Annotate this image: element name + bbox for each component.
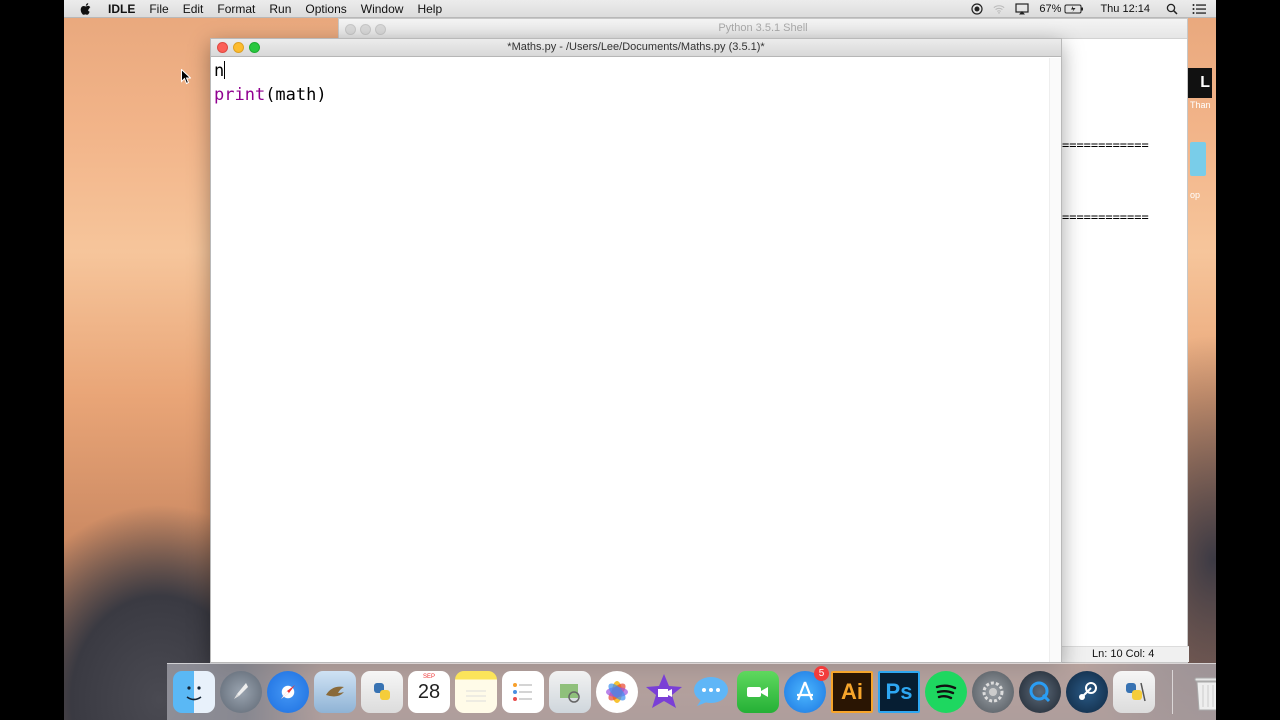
clock[interactable]: Thu 12:14 bbox=[1100, 3, 1150, 15]
steam-icon[interactable] bbox=[1066, 671, 1108, 713]
wifi-icon[interactable] bbox=[993, 3, 1005, 15]
shell-separator: ============ bbox=[1062, 210, 1149, 224]
app-store-icon[interactable]: 5 bbox=[784, 666, 829, 713]
code-keyword: print bbox=[214, 85, 266, 105]
calendar-month: SEP bbox=[422, 674, 435, 680]
calendar-icon[interactable]: SEP 28 bbox=[408, 671, 450, 713]
code-line[interactable]: print(math) bbox=[214, 83, 1049, 107]
shell-minimize-button[interactable] bbox=[360, 24, 371, 35]
spotlight-search-icon[interactable] bbox=[1166, 3, 1178, 15]
shell-maximize-button[interactable] bbox=[375, 24, 386, 35]
dock: SEP 28 5 Ai Ps bbox=[167, 663, 1216, 720]
record-icon[interactable] bbox=[971, 3, 984, 15]
code-text: n bbox=[214, 61, 225, 81]
editor-traffic-lights bbox=[217, 42, 260, 53]
finder-icon[interactable] bbox=[173, 671, 215, 713]
calendar-day: 28 bbox=[417, 681, 441, 703]
desktop: IDLE File Edit Format Run Options Window… bbox=[64, 0, 1216, 720]
trash-icon[interactable] bbox=[1187, 671, 1216, 713]
editor-window[interactable]: *Maths.py - /Users/Lee/Documents/Maths.p… bbox=[210, 38, 1062, 663]
desktop-icon[interactable]: L bbox=[1188, 68, 1212, 98]
dock-separator bbox=[1172, 670, 1173, 714]
battery-icon[interactable] bbox=[1064, 3, 1084, 15]
menu-window[interactable]: Window bbox=[361, 2, 404, 16]
shell-close-button[interactable] bbox=[345, 24, 356, 35]
quicktime-icon[interactable] bbox=[1019, 671, 1061, 713]
close-button[interactable] bbox=[217, 42, 228, 53]
code-text: (math) bbox=[265, 85, 327, 105]
menu-edit[interactable]: Edit bbox=[183, 2, 204, 16]
menu-idle[interactable]: IDLE bbox=[108, 2, 135, 16]
mail-icon[interactable] bbox=[314, 671, 356, 713]
maximize-button[interactable] bbox=[249, 42, 260, 53]
menu-bar: IDLE File Edit Format Run Options Window… bbox=[64, 0, 1216, 18]
desktop-icon-label: op bbox=[1190, 190, 1201, 200]
desktop-folder-icon[interactable] bbox=[1190, 142, 1206, 176]
mouse-pointer-icon bbox=[181, 69, 191, 85]
illustrator-icon[interactable]: Ai bbox=[831, 671, 873, 713]
app-store-badge: 5 bbox=[814, 666, 829, 681]
code-line[interactable]: n bbox=[214, 59, 1049, 83]
status-menus: 67% Thu 12:14 bbox=[971, 0, 1206, 18]
photoshop-icon[interactable]: Ps bbox=[878, 671, 920, 713]
menu-format[interactable]: Format bbox=[217, 2, 255, 16]
shell-titlebar[interactable]: Python 3.5.1 Shell bbox=[339, 19, 1187, 39]
messages-icon[interactable] bbox=[690, 671, 732, 713]
editor-titlebar[interactable]: *Maths.py - /Users/Lee/Documents/Maths.p… bbox=[211, 39, 1061, 57]
battery-percent: 67% bbox=[1039, 3, 1062, 15]
reminders-icon[interactable] bbox=[502, 671, 544, 713]
notes-icon[interactable] bbox=[455, 671, 497, 713]
illustrator-label: Ai bbox=[841, 679, 863, 704]
shell-status-bar: Ln: 10 Col: 4 bbox=[1062, 646, 1189, 662]
editor-window-title: *Maths.py - /Users/Lee/Documents/Maths.p… bbox=[507, 41, 765, 53]
python-launcher-icon[interactable] bbox=[361, 671, 403, 713]
idle-icon[interactable] bbox=[1113, 671, 1155, 713]
facetime-icon[interactable] bbox=[737, 671, 779, 713]
shell-window-title: Python 3.5.1 Shell bbox=[718, 22, 808, 34]
imovie-icon[interactable] bbox=[643, 671, 685, 713]
spotify-icon[interactable] bbox=[925, 671, 967, 713]
airplay-icon[interactable] bbox=[1015, 3, 1030, 15]
text-cursor bbox=[224, 61, 226, 79]
desktop-icon-label: Than bbox=[1190, 100, 1211, 110]
photos-icon[interactable] bbox=[596, 671, 638, 713]
code-editor[interactable]: n print(math) bbox=[214, 59, 1049, 107]
preview-icon[interactable] bbox=[549, 671, 591, 713]
minimize-button[interactable] bbox=[233, 42, 244, 53]
editor-scrollbar[interactable] bbox=[1049, 58, 1061, 662]
menu-run[interactable]: Run bbox=[269, 2, 291, 16]
apple-icon[interactable] bbox=[78, 1, 94, 17]
shell-traffic-lights bbox=[345, 24, 386, 35]
safari-icon[interactable] bbox=[267, 671, 309, 713]
menu-options[interactable]: Options bbox=[305, 2, 346, 16]
launchpad-icon[interactable] bbox=[220, 671, 262, 713]
shell-separator: ============ bbox=[1062, 138, 1149, 152]
system-preferences-icon[interactable] bbox=[972, 671, 1014, 713]
notification-center-icon[interactable] bbox=[1192, 3, 1206, 15]
menu-file[interactable]: File bbox=[149, 2, 168, 16]
photoshop-label: Ps bbox=[885, 679, 913, 704]
menu-help[interactable]: Help bbox=[417, 2, 442, 16]
